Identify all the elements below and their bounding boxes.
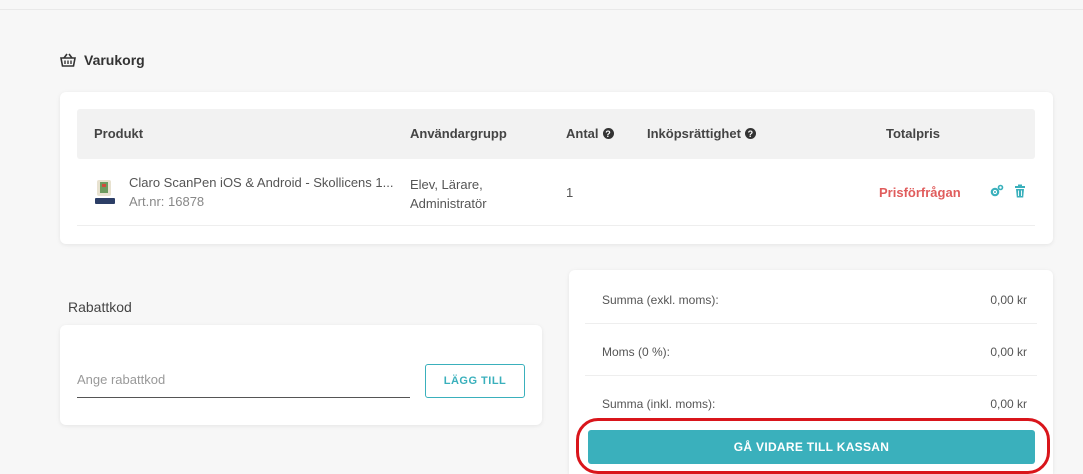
summary-value: 0,00 kr bbox=[990, 345, 1027, 359]
table-header: Produkt Användargrupp Antal ? Inköpsrätt… bbox=[77, 109, 1035, 159]
cart-table: Produkt Användargrupp Antal ? Inköpsrätt… bbox=[60, 92, 1053, 244]
question-icon[interactable]: ? bbox=[602, 128, 614, 139]
cart-title: Varukorg bbox=[84, 52, 145, 68]
product-article-number: Art.nr: 16878 bbox=[129, 194, 205, 209]
user-group: Elev, Lärare, Administratör bbox=[410, 175, 487, 213]
cart-heading: Varukorg bbox=[60, 52, 145, 68]
summary-label: Moms (0 %): bbox=[602, 345, 671, 359]
discount-panel: LÄGG TILL bbox=[60, 325, 542, 425]
checkout-button[interactable]: GÅ VIDARE TILL KASSAN bbox=[588, 430, 1035, 464]
product-name[interactable]: Claro ScanPen iOS & Android - Skollicens… bbox=[129, 175, 393, 190]
basket-icon bbox=[60, 53, 76, 67]
user-group-line2: Administratör bbox=[410, 196, 487, 211]
quantity-value: 1 bbox=[566, 185, 574, 200]
col-product: Produkt bbox=[94, 126, 144, 141]
summary-row-subtotal: Summa (exkl. moms): 0,00 kr bbox=[585, 272, 1037, 324]
top-divider bbox=[0, 9, 1083, 10]
col-quantity: Antal ? bbox=[566, 126, 614, 141]
col-total-price: Totalpris bbox=[886, 126, 940, 141]
col-purchase-right-label: Inköpsrättighet bbox=[647, 126, 741, 141]
col-purchase-right: Inköpsrättighet ? bbox=[647, 126, 756, 141]
user-group-line1: Elev, Lärare, bbox=[410, 177, 483, 192]
table-row: Claro ScanPen iOS & Android - Skollicens… bbox=[77, 159, 1035, 226]
price-request: Prisförfrågan bbox=[879, 185, 961, 200]
trash-icon[interactable] bbox=[1013, 184, 1027, 198]
summary-label: Summa (exkl. moms): bbox=[602, 293, 719, 307]
summary-label: Summa (inkl. moms): bbox=[602, 397, 716, 411]
summary-row-vat: Moms (0 %): 0,00 kr bbox=[585, 324, 1037, 376]
question-icon[interactable]: ? bbox=[744, 128, 756, 139]
summary-value: 0,00 kr bbox=[990, 397, 1027, 411]
discount-label: Rabattkod bbox=[68, 299, 132, 315]
summary-value: 0,00 kr bbox=[990, 293, 1027, 307]
discount-code-input[interactable] bbox=[77, 365, 410, 398]
col-user-group: Användargrupp bbox=[410, 126, 507, 141]
cogs-icon[interactable] bbox=[990, 184, 1004, 198]
col-quantity-label: Antal bbox=[566, 126, 599, 141]
add-discount-button[interactable]: LÄGG TILL bbox=[425, 364, 525, 398]
product-thumbnail bbox=[95, 180, 115, 204]
